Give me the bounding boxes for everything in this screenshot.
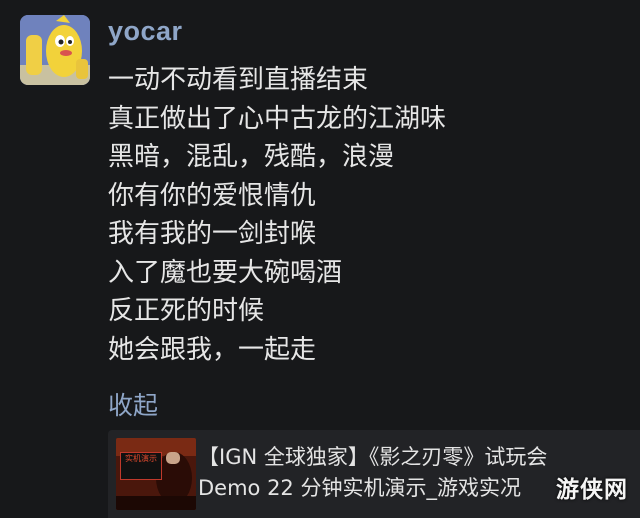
username[interactable]: yocar: [108, 16, 183, 47]
video-thumbnail[interactable]: 实机演示: [116, 438, 196, 510]
comment-line: 真正做出了心中古龙的江湖味: [108, 103, 447, 134]
avatar[interactable]: [20, 15, 90, 85]
video-title-line: Demo 22 分钟实机演示_游戏实况: [198, 476, 521, 500]
avatar-image: [20, 15, 90, 85]
comment-line: 你有你的爱恨情仇: [108, 180, 317, 211]
collapse-button[interactable]: 收起: [108, 386, 158, 422]
comment-line: 反正死的时候: [108, 296, 265, 326]
comment-line: 她会跟我，一起走: [108, 334, 317, 365]
video-title[interactable]: 【IGN 全球独家】《影之刃零》试玩会 Demo 22 分钟实机演示_游戏实况: [198, 442, 547, 504]
thumbnail-label: 实机演示: [120, 452, 162, 480]
comment-line: 入了魔也要大碗喝酒: [108, 257, 343, 288]
watermark: 游侠网: [556, 477, 628, 503]
comment-body: 一动不动看到直播结束 真正做出了心中古龙的江湖味 黑暗，混乱，残酷，浪漫 你有你…: [108, 61, 446, 369]
video-title-line: 【IGN 全球独家】《影之刃零》试玩会: [198, 445, 548, 469]
comment-line: 一动不动看到直播结束: [108, 65, 369, 95]
comment-line: 黑暗，混乱，残酷，浪漫: [108, 142, 395, 172]
comment-line: 我有我的一剑封喉: [108, 219, 317, 249]
